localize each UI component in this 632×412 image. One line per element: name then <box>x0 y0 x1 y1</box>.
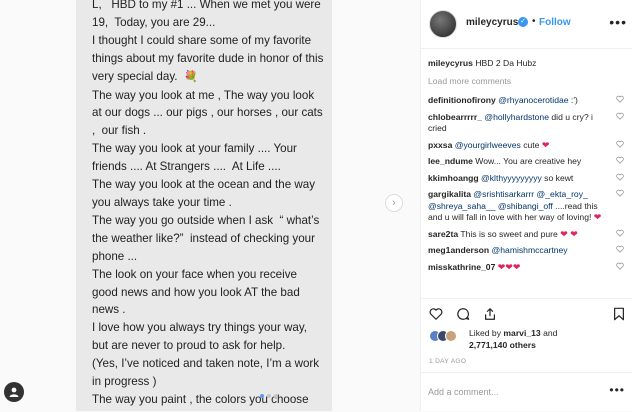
more-options-icon[interactable]: ••• <box>609 383 625 397</box>
user-icon <box>9 387 19 397</box>
heart-outline-icon[interactable] <box>616 245 624 253</box>
profile-nav-avatar[interactable] <box>4 382 24 402</box>
instagram-post-page: L, HBD to my #1 ... When we met you were… <box>0 0 632 411</box>
carousel-dot-active <box>260 394 264 398</box>
comment-username[interactable]: pxxsa <box>428 140 452 150</box>
comment-username[interactable]: chlobearrrrr_ <box>428 112 482 122</box>
separator-dot: • <box>532 16 536 27</box>
post-line: The way you look at me , The way you loo… <box>92 88 326 138</box>
more-horizontal-icon[interactable]: ••• <box>609 14 627 30</box>
carousel-dot <box>267 394 271 398</box>
likes-count[interactable]: 2,771,140 <box>469 340 507 350</box>
comment-mention[interactable]: @klthyyyyyyyyy <box>481 173 542 183</box>
bookmark-icon[interactable] <box>612 307 626 321</box>
post-caption: mileycyrus HBD 2 Da Hubz <box>428 58 626 70</box>
load-more-comments-button[interactable]: Load more comments <box>428 76 626 88</box>
likes-text: Liked by marvi_13 and 2,771,140 others <box>469 328 619 351</box>
add-comment-input[interactable]: Add a comment... <box>428 387 499 397</box>
share-icon[interactable] <box>483 307 497 321</box>
action-bar <box>421 298 632 329</box>
comments-list[interactable]: mileycyrus HBD 2 Da Hubz Load more comme… <box>428 58 626 298</box>
comment-mention[interactable]: @rhyanocerotidae <box>498 95 568 105</box>
post-line: The look on your face when you receive g… <box>92 267 303 317</box>
comment-item: meg1anderson @hamishmccartney <box>428 245 626 257</box>
likes-mid: and <box>543 328 558 338</box>
heart-outline-icon[interactable] <box>616 189 624 197</box>
heart-emoji: ❤ <box>541 139 550 150</box>
comment-item: chlobearrrrr_ @hollyhardstone did u cry?… <box>428 112 626 135</box>
avatar <box>445 330 457 342</box>
comment-username[interactable]: meg1anderson <box>428 245 489 255</box>
likes-suffix[interactable]: others <box>510 340 536 350</box>
chevron-right-icon: › <box>392 197 396 209</box>
heart-outline-icon[interactable] <box>616 112 624 120</box>
carousel-indicator <box>260 394 278 398</box>
post-line: The way you look at your family .... You… <box>92 142 301 174</box>
heart-outline-icon[interactable] <box>616 156 624 164</box>
comment-mention[interactable]: @hamishmccartney <box>492 245 568 255</box>
post-image[interactable]: L, HBD to my #1 ... When we met you were… <box>76 0 332 411</box>
comment-username[interactable]: lee_ndume <box>428 156 473 166</box>
post-line: The way you go outside when I ask “ what… <box>92 213 323 263</box>
post-line: The way you look at the ocean and the wa… <box>92 178 319 209</box>
heart-emoji: ❤ <box>593 212 602 222</box>
heart-outline-icon[interactable] <box>616 173 624 181</box>
caption-text: HBD 2 Da Hubz <box>475 58 537 68</box>
post-image-text: L, HBD to my #1 ... When we met you were… <box>92 0 324 411</box>
post-line: The way you paint , the colors you choos… <box>92 392 309 411</box>
comment-username[interactable]: misskathrine_07 <box>428 262 495 272</box>
heart-emoji: ❤❤❤ <box>497 261 521 272</box>
next-slide-button[interactable]: › <box>385 194 403 212</box>
avatar[interactable] <box>429 10 457 38</box>
comment-item: gargikalita @srishtisarkarrr @_ekta_roy_… <box>428 189 626 224</box>
post-header: mileycyrus ✓ • Follow ••• <box>421 0 632 49</box>
post-line: L, HBD to my #1 ... When we met you were… <box>92 0 324 29</box>
comment-bubble-icon[interactable] <box>456 307 470 321</box>
comment-username[interactable]: definitionofirony <box>428 95 496 105</box>
header-username[interactable]: mileycyrus <box>466 17 518 28</box>
heart-outline-icon[interactable] <box>616 262 624 270</box>
post-timestamp[interactable]: 1 DAY AGO <box>429 358 466 365</box>
liker-username[interactable]: marvi_13 <box>503 328 540 338</box>
comment-text: :') <box>568 95 578 105</box>
heart-outline-icon[interactable] <box>616 140 624 148</box>
comment-item: misskathrine_07 ❤❤❤ <box>428 262 626 274</box>
likes-prefix: Liked by <box>469 328 502 338</box>
heart-outline-icon[interactable] <box>616 95 624 103</box>
comment-username[interactable]: sare2ta <box>428 229 458 239</box>
post-line: I love how you always try things your wa… <box>92 321 311 353</box>
post-line: (Yes, I’ve noticed and taken note, I’m a… <box>92 357 323 389</box>
comment-text: so kewt <box>541 172 574 183</box>
comment-item: kkimhoangg @klthyyyyyyyyy so kewt <box>428 173 626 185</box>
comment-username[interactable]: gargikalita <box>428 189 471 199</box>
flower-emoji: 💐 <box>183 70 198 83</box>
heart-emoji: ❤ ❤ <box>560 228 578 239</box>
liker-avatars <box>429 330 465 342</box>
comment-username[interactable]: kkimhoangg <box>428 173 479 183</box>
add-comment-bar: Add a comment... ••• <box>421 372 632 412</box>
comment-text: Wow... You are creative hey <box>475 156 582 166</box>
comment-item: definitionofirony @rhyanocerotidae :') <box>428 95 626 107</box>
post-line: I thought I could share some of my favor… <box>92 33 327 83</box>
likes-summary[interactable]: Liked by marvi_13 and 2,771,140 others <box>429 328 629 356</box>
carousel-dot <box>274 394 278 398</box>
comment-item: sare2ta This is so sweet and pure ❤ ❤ <box>428 229 626 241</box>
comment-item: pxxsa @yourgirlweeves cute ❤ <box>428 140 626 152</box>
verified-badge-icon: ✓ <box>518 17 528 27</box>
like-heart-icon[interactable] <box>429 307 443 321</box>
post-sidebar: mileycyrus ✓ • Follow ••• mileycyrus HBD… <box>420 0 632 411</box>
comment-mention[interactable]: @yourgirlweeves <box>455 140 521 150</box>
comment-text: This is so sweet and pure <box>460 228 561 239</box>
comment-mention[interactable]: @hollyhardstone <box>484 112 549 122</box>
follow-button[interactable]: Follow <box>539 17 571 28</box>
comment-text: cute <box>520 139 540 150</box>
comment-item: lee_ndume Wow... You are creative hey <box>428 156 626 168</box>
caption-username[interactable]: mileycyrus <box>428 58 473 68</box>
heart-outline-icon[interactable] <box>616 229 624 237</box>
